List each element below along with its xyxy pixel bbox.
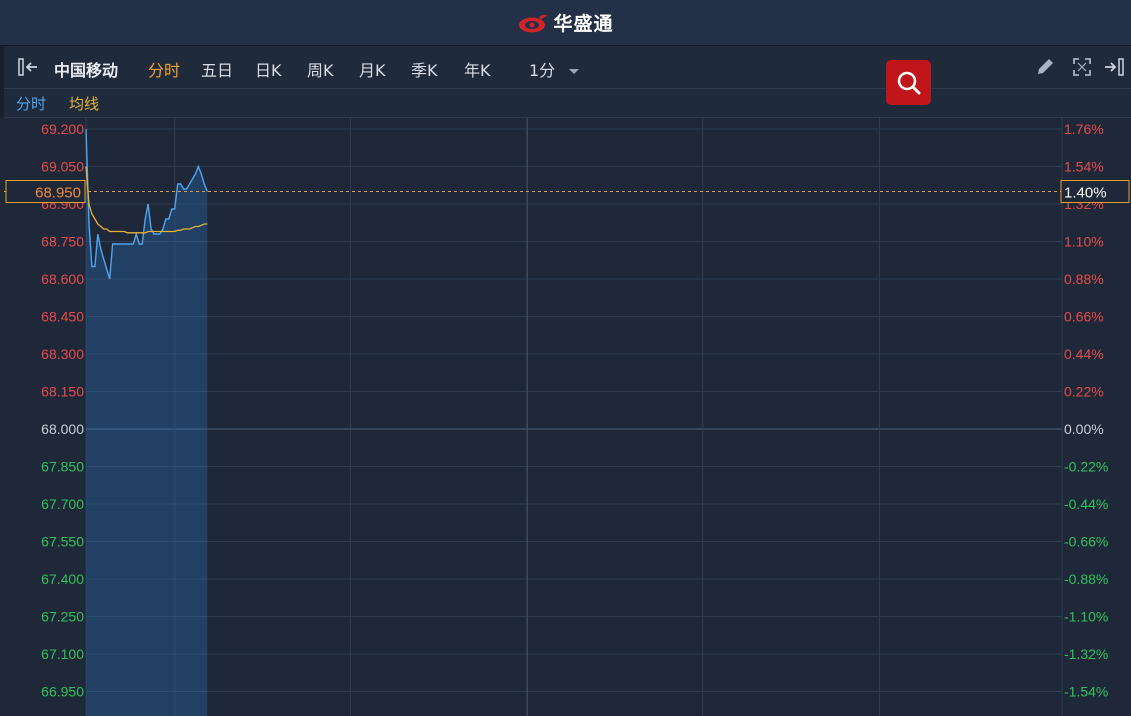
- chart-toolbar: 中国移动 分时 五日 日K 周K 月K 季K 年K 1分: [0, 46, 1131, 89]
- brand-logo: 华盛通: [517, 9, 613, 36]
- right-tick-label: -0.88%: [1064, 571, 1108, 587]
- current-change-label: 1.40%: [1064, 185, 1107, 202]
- left-tick-label: 67.850: [41, 459, 84, 475]
- chevron-down-icon: [569, 69, 580, 74]
- right-tick-label: 0.22%: [1064, 384, 1104, 400]
- tab-weekly-k[interactable]: 周K: [307, 57, 334, 81]
- left-tick-label: 69.200: [41, 121, 84, 137]
- right-tick-label: 1.10%: [1064, 234, 1104, 250]
- search-icon: [897, 71, 920, 94]
- tab-daily-k[interactable]: 日K: [255, 57, 282, 81]
- right-tick-label: 0.00%: [1064, 421, 1104, 437]
- brand-eye-icon: [519, 14, 549, 32]
- tab-five-day[interactable]: 五日: [201, 57, 233, 81]
- tab-yearly-k[interactable]: 年K: [464, 57, 491, 81]
- intraday-chart[interactable]: 69.200 1.76%69.050 1.54%68.900 1.32%68.750 1…: [0, 118, 1131, 716]
- left-tick-label: 68.000: [41, 421, 84, 437]
- brand-name: 华盛通: [553, 13, 614, 35]
- left-tick-label: 67.400: [41, 571, 84, 587]
- interval-select[interactable]: 1分: [529, 57, 580, 81]
- left-tick-label: 67.700: [41, 496, 84, 512]
- left-tick-label: 66.950: [41, 684, 84, 700]
- tab-intraday[interactable]: 分时: [148, 57, 180, 81]
- right-tick-label: 0.44%: [1064, 346, 1104, 362]
- pencil-icon[interactable]: [1034, 56, 1056, 82]
- legend-average: 均线: [69, 95, 100, 113]
- stock-name[interactable]: 中国移动: [54, 57, 118, 81]
- app-title-bar: 华盛通: [0, 0, 1131, 46]
- current-price-label: 68.950: [35, 185, 81, 202]
- series-legend: 分时 均线: [0, 89, 1131, 118]
- right-tick-label: 0.66%: [1064, 309, 1104, 325]
- left-tick-label: 68.450: [41, 309, 84, 325]
- search-button[interactable]: [886, 60, 931, 105]
- left-tick-label: 68.300: [41, 346, 84, 362]
- right-tick-label: -1.32%: [1064, 646, 1108, 662]
- right-tick-label: -1.10%: [1064, 609, 1108, 625]
- right-tick-label: -1.54%: [1064, 684, 1108, 700]
- tab-quarterly-k[interactable]: 季K: [411, 57, 438, 81]
- tab-monthly-k[interactable]: 月K: [359, 57, 386, 81]
- right-tick-label: 1.54%: [1064, 159, 1104, 175]
- collapse-left-icon[interactable]: [17, 57, 41, 81]
- right-tick-label: 1.76%: [1064, 121, 1104, 137]
- left-tick-label: 67.100: [41, 646, 84, 662]
- right-tick-label: -0.44%: [1064, 496, 1108, 512]
- left-tick-label: 67.250: [41, 609, 84, 625]
- right-tick-label: -0.22%: [1064, 459, 1108, 475]
- left-tick-label: 67.550: [41, 534, 84, 550]
- collapse-right-icon[interactable]: [1103, 57, 1129, 81]
- left-tick-label: 68.600: [41, 271, 84, 287]
- interval-label: 1分: [529, 61, 556, 80]
- right-tick-label: -0.66%: [1064, 534, 1108, 550]
- left-tick-label: 68.750: [41, 234, 84, 250]
- fullscreen-icon[interactable]: [1071, 56, 1093, 82]
- right-tick-label: 0.88%: [1064, 271, 1104, 287]
- legend-intraday: 分时: [16, 95, 47, 113]
- left-tick-label: 68.150: [41, 384, 84, 400]
- left-tick-label: 69.050: [41, 159, 84, 175]
